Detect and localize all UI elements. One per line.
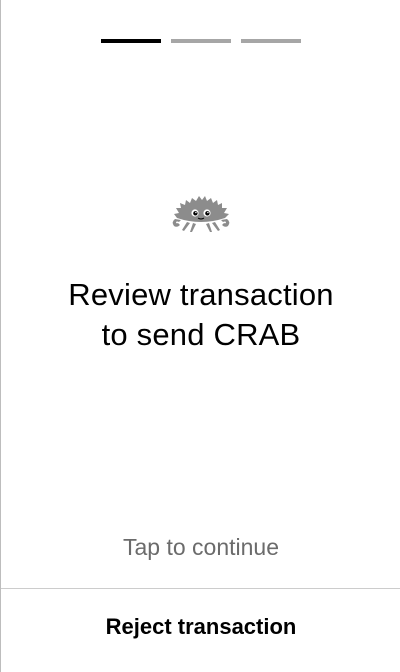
title-line-2: to send CRAB [101, 317, 301, 352]
page-title: Review transaction to send CRAB [1, 275, 400, 355]
divider [1, 588, 400, 589]
progress-step-2 [171, 39, 231, 43]
progress-step-3 [241, 39, 301, 43]
reject-button-label: Reject transaction [105, 614, 297, 639]
review-screen[interactable]: Review transaction to send CRAB Tap to c… [0, 0, 400, 672]
reject-transaction-button[interactable]: Reject transaction [1, 590, 400, 672]
step-progress-indicator [101, 39, 301, 43]
title-line-1: Review transaction [68, 277, 334, 312]
ferris-crab-icon [172, 196, 230, 232]
progress-step-1 [101, 39, 161, 43]
tap-to-continue-hint[interactable]: Tap to continue [1, 533, 400, 561]
